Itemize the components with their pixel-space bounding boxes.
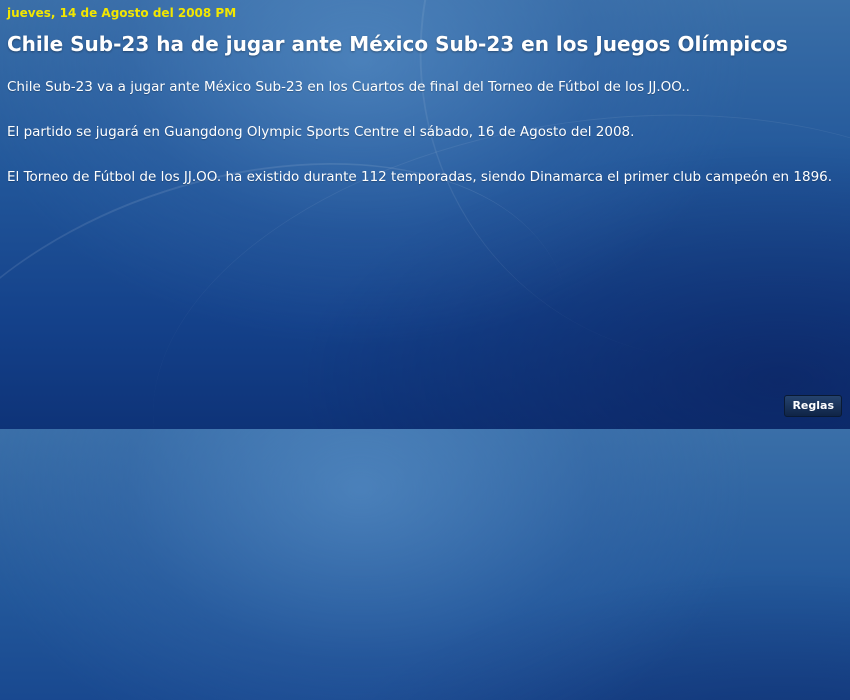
news-paragraph: El partido se jugará en Guangdong Olympi… — [7, 124, 635, 140]
news-body: Chile Sub-23 va a jugar ante México Sub-… — [7, 76, 837, 211]
news-paragraph: El Torneo de Fútbol de los JJ.OO. ha exi… — [7, 169, 833, 185]
news-date: jueves, 14 de Agosto del 2008 PM — [7, 6, 237, 20]
news-headline: Chile Sub-23 ha de jugar ante México Sub… — [7, 32, 788, 56]
rules-button[interactable]: Reglas — [784, 395, 842, 417]
news-paragraph: Chile Sub-23 va a jugar ante México Sub-… — [7, 79, 690, 95]
